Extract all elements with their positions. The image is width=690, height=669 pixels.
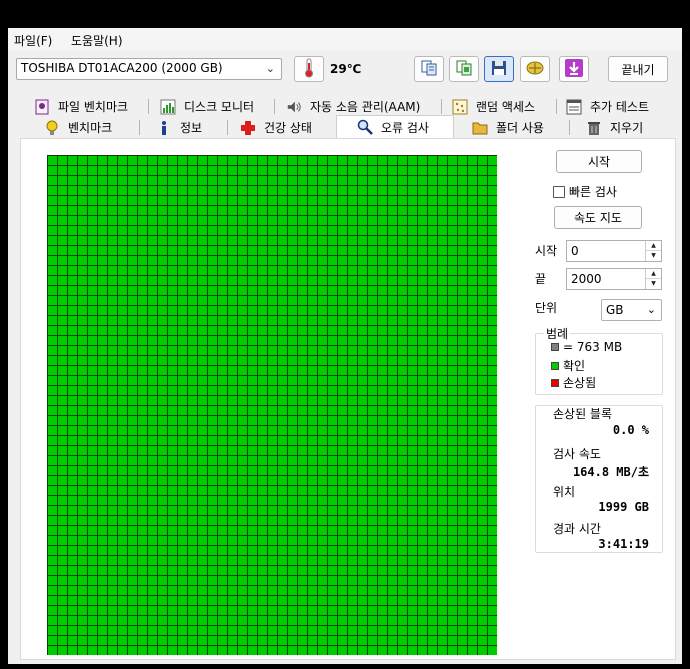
menu-file[interactable]: 파일(F) xyxy=(14,32,52,49)
quick-scan-checkbox[interactable]: 빠른 검사 xyxy=(553,183,617,200)
scan-options-button[interactable] xyxy=(520,56,550,82)
tab-random-access[interactable]: 랜덤 액세스 xyxy=(452,96,535,117)
extra-tests-icon xyxy=(566,99,582,115)
position-label: 위치 xyxy=(553,485,576,499)
spin-up-icon[interactable]: ▲ xyxy=(646,269,661,279)
start-value: 0 xyxy=(571,244,579,258)
legend-block-size: = 763 MB xyxy=(551,340,622,354)
tab-extra-tests[interactable]: 추가 테스트 xyxy=(566,96,649,117)
end-spinner[interactable]: 2000 ▲ ▼ xyxy=(566,268,662,290)
file-benchmark-icon xyxy=(34,99,50,115)
unit-select[interactable]: GB ⌄ xyxy=(601,299,662,321)
spin-down-icon[interactable]: ▼ xyxy=(646,251,661,261)
damaged-blocks-label: 손상된 블록 xyxy=(553,407,613,421)
tab-error-scan[interactable]: 오류 검사 xyxy=(336,115,454,138)
elapsed-value: 3:41:19 xyxy=(598,537,649,551)
exit-button[interactable]: 끝내기 xyxy=(608,56,668,82)
save-button[interactable] xyxy=(484,56,514,82)
tab-label: 디스크 모니터 xyxy=(184,100,255,114)
folder-icon xyxy=(472,120,488,136)
legend-ok-text: 확인 xyxy=(563,359,586,373)
legend-block-size-text: = 763 MB xyxy=(563,340,623,354)
info-icon xyxy=(156,120,172,136)
checkbox-box xyxy=(553,185,565,198)
start-scan-button[interactable]: 시작 xyxy=(556,150,642,173)
toolbar: TOSHIBA DT01ACA200 (2000 GB) ⌄ 29℃ 끝내기 xyxy=(8,52,682,88)
save-icon xyxy=(490,59,508,80)
drive-select-value: TOSHIBA DT01ACA200 (2000 GB) xyxy=(21,61,223,75)
gray-swatch xyxy=(551,343,559,351)
spin-down-icon[interactable]: ▼ xyxy=(646,279,661,289)
position-value: 1999 GB xyxy=(598,500,649,514)
tab-label: 추가 테스트 xyxy=(590,100,650,114)
block-map-grid xyxy=(47,155,497,655)
tab-info[interactable]: 정보 xyxy=(156,117,202,138)
copy-screenshot-icon xyxy=(455,59,473,80)
tab-health[interactable]: 건강 상태 xyxy=(240,117,312,138)
download-icon xyxy=(564,58,584,81)
menu-bar: 파일(F) 도움말(H) xyxy=(8,28,682,50)
tab-label: 지우기 xyxy=(610,121,644,135)
quick-scan-label: 빠른 검사 xyxy=(569,185,617,199)
temperature-value: 29℃ xyxy=(330,62,362,76)
thermometer-icon xyxy=(302,58,316,81)
tab-label: 자동 소음 관리(AAM) xyxy=(310,100,421,114)
lightbulb-icon xyxy=(44,120,60,136)
elapsed-label: 경과 시간 xyxy=(553,522,601,536)
menu-help[interactable]: 도움말(H) xyxy=(71,32,123,49)
chevron-down-icon: ⌄ xyxy=(646,303,656,316)
legend-damaged-text: 손상됨 xyxy=(563,376,597,390)
tab-folder-usage[interactable]: 폴더 사용 xyxy=(472,117,544,138)
tab-file-benchmark[interactable]: 파일 벤치마크 xyxy=(34,96,128,117)
drive-select[interactable]: TOSHIBA DT01ACA200 (2000 GB) ⌄ xyxy=(16,58,282,80)
health-cross-icon xyxy=(240,120,256,136)
tab-label: 파일 벤치마크 xyxy=(58,100,129,114)
speaker-icon xyxy=(286,99,302,115)
block-map xyxy=(47,155,497,655)
disk-monitor-icon xyxy=(160,99,176,115)
spin-up-icon[interactable]: ▲ xyxy=(646,241,661,251)
magnifier-icon xyxy=(357,119,373,135)
copy-screenshot-button[interactable] xyxy=(449,56,479,82)
red-swatch xyxy=(551,378,559,387)
tab-label: 정보 xyxy=(180,121,203,135)
unit-label: 단위 xyxy=(535,301,558,315)
tab-bar: 파일 벤치마크 디스크 모니터 자동 소음 관리(AAM) 랜덤 액세스 추가 … xyxy=(8,94,682,138)
copy-info-icon xyxy=(420,59,438,80)
random-access-icon xyxy=(452,99,468,115)
legend-ok: 확인 xyxy=(551,357,585,374)
tab-label: 건강 상태 xyxy=(264,121,312,135)
legend-damaged: 손상됨 xyxy=(551,374,596,391)
tab-aam[interactable]: 자동 소음 관리(AAM) xyxy=(286,96,420,117)
download-button[interactable] xyxy=(559,56,589,82)
green-swatch xyxy=(551,361,559,370)
app-window: 파일(F) 도움말(H) TOSHIBA DT01ACA200 (2000 GB… xyxy=(8,28,682,664)
chevron-down-icon: ⌄ xyxy=(265,62,275,75)
tab-label: 폴더 사용 xyxy=(496,121,544,135)
scan-icon xyxy=(525,59,545,80)
temperature-button[interactable] xyxy=(294,56,324,82)
tab-erase[interactable]: 지우기 xyxy=(586,117,643,138)
scan-speed-value: 164.8 MB/초 xyxy=(572,465,649,479)
end-value: 2000 xyxy=(571,272,602,286)
tab-label: 벤치마크 xyxy=(68,121,113,135)
unit-value: GB xyxy=(606,303,624,317)
tab-disk-monitor[interactable]: 디스크 모니터 xyxy=(160,96,254,117)
tab-label: 랜덤 액세스 xyxy=(476,100,536,114)
start-label: 시작 xyxy=(535,244,558,258)
speed-map-button[interactable]: 속도 지도 xyxy=(554,206,642,229)
start-spinner[interactable]: 0 ▲ ▼ xyxy=(566,240,662,262)
trash-icon xyxy=(586,120,602,136)
tab-benchmark[interactable]: 벤치마크 xyxy=(44,117,112,138)
tab-label: 오류 검사 xyxy=(381,120,429,135)
error-scan-panel: 시작 빠른 검사 속도 지도 시작 0 ▲ ▼ 끝 2000 ▲ ▼ 단위 GB ⌄… xyxy=(20,138,676,660)
end-label: 끝 xyxy=(535,272,547,286)
copy-info-button[interactable] xyxy=(414,56,444,82)
scan-speed-label: 검사 속도 xyxy=(553,447,601,461)
damaged-blocks-value: 0.0 % xyxy=(612,423,649,437)
